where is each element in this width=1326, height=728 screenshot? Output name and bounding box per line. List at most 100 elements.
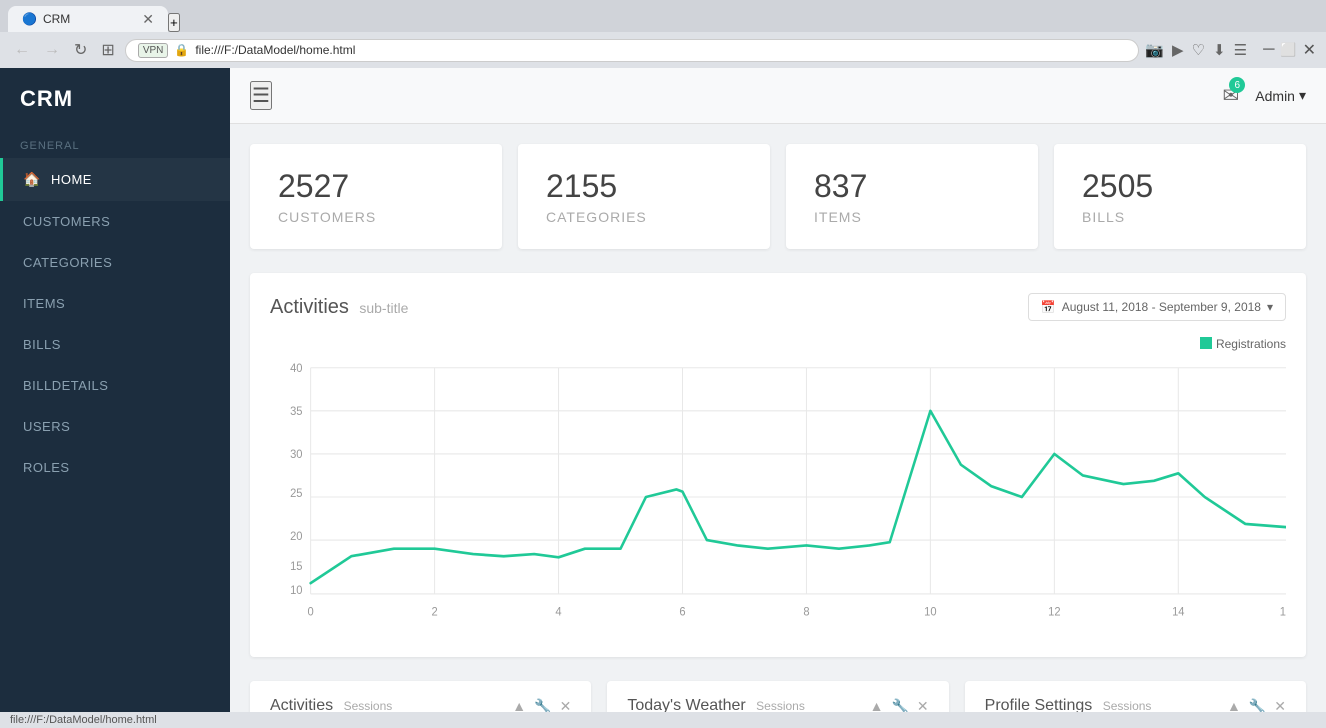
- svg-text:8: 8: [803, 606, 809, 618]
- activities-card-subtitle: Sessions: [344, 699, 393, 713]
- stats-row: 2527 CUSTOMERS 2155 CATEGORIES 837 ITEMS…: [250, 144, 1306, 249]
- items-number: 837: [814, 168, 1010, 205]
- sidebar-item-home[interactable]: 🏠 Home: [0, 158, 230, 201]
- sidebar-label-roles: ROLES: [23, 460, 70, 475]
- svg-text:2: 2: [431, 606, 437, 618]
- legend-color-box: [1200, 337, 1212, 349]
- tab-favicon: 🔵: [22, 12, 37, 26]
- hamburger-menu[interactable]: ☰: [250, 81, 272, 110]
- sidebar-item-customers[interactable]: CUSTOMERS: [0, 201, 230, 242]
- address-text: file:///F:/DataModel/home.html: [195, 43, 355, 57]
- home-icon: 🏠: [23, 171, 41, 188]
- apps-button[interactable]: ⊞: [97, 38, 118, 62]
- forward-button[interactable]: →: [40, 39, 64, 61]
- categories-number: 2155: [546, 168, 742, 205]
- sidebar-label-home: Home: [51, 172, 92, 187]
- legend-label: Registrations: [1216, 337, 1286, 351]
- chart-header: Activities sub-title 📅 August 11, 2018 -…: [270, 293, 1286, 321]
- window-close-button[interactable]: ✕: [1303, 40, 1316, 60]
- sidebar-label-customers: CUSTOMERS: [23, 214, 110, 229]
- categories-label: CATEGORIES: [546, 209, 742, 225]
- chevron-down-icon: ▾: [1299, 87, 1306, 104]
- tab-close-button[interactable]: ✕: [142, 11, 154, 28]
- sidebar-label-categories: CATEGORIES: [23, 255, 112, 270]
- app-wrapper: CRM GENERAL 🏠 Home CUSTOMERS CATEGORIES …: [0, 68, 1326, 728]
- svg-text:35: 35: [290, 406, 302, 418]
- chart-legend: Registrations: [270, 337, 1286, 351]
- sidebar-item-billdetails[interactable]: BILLDETAILS: [0, 365, 230, 406]
- cast-button[interactable]: ▶: [1172, 41, 1184, 59]
- stat-card-items: 837 ITEMS: [786, 144, 1038, 249]
- topbar: ☰ ✉ 6 Admin ▾: [230, 68, 1326, 124]
- calendar-icon: 📅: [1041, 300, 1056, 314]
- download-button[interactable]: ⬇: [1213, 41, 1226, 59]
- security-icon: 🔒: [174, 43, 189, 57]
- content-area: 2527 CUSTOMERS 2155 CATEGORIES 837 ITEMS…: [230, 124, 1326, 728]
- main-content: ☰ ✉ 6 Admin ▾ 2527 CUSTOMERS: [230, 68, 1326, 728]
- vpn-badge: VPN: [138, 43, 169, 58]
- sidebar-section-general: GENERAL: [0, 130, 230, 158]
- sidebar-label-users: USERS: [23, 419, 70, 434]
- minimize-button[interactable]: ─: [1263, 41, 1274, 59]
- weather-card-subtitle: Sessions: [756, 699, 805, 713]
- svg-text:4: 4: [555, 606, 562, 618]
- chevron-down-icon: ▾: [1267, 300, 1273, 314]
- customers-label: CUSTOMERS: [278, 209, 474, 225]
- sidebar-label-bills: BILLS: [23, 337, 61, 352]
- stat-card-customers: 2527 CUSTOMERS: [250, 144, 502, 249]
- admin-menu-button[interactable]: Admin ▾: [1255, 87, 1306, 104]
- date-range-text: August 11, 2018 - September 9, 2018: [1062, 300, 1261, 314]
- address-bar[interactable]: VPN 🔒 file:///F:/DataModel/home.html: [125, 39, 1140, 62]
- back-button[interactable]: ←: [10, 39, 34, 61]
- tab-title: CRM: [43, 12, 70, 26]
- window-controls: ─ ⬜ ✕: [1263, 40, 1316, 60]
- notification-bell[interactable]: ✉ 6: [1223, 83, 1240, 108]
- activities-chart-card: Activities sub-title 📅 August 11, 2018 -…: [250, 273, 1306, 657]
- status-bar: file:///F:/DataModel/home.html: [230, 712, 1326, 728]
- active-tab[interactable]: 🔵 CRM ✕: [8, 6, 168, 32]
- camera-button[interactable]: 📷: [1145, 41, 1164, 59]
- sidebar-item-roles[interactable]: ROLES: [0, 447, 230, 488]
- svg-text:10: 10: [290, 585, 302, 597]
- tab-bar: 🔵 CRM ✕ +: [0, 0, 1326, 32]
- reload-button[interactable]: ↻: [70, 38, 91, 62]
- chart-subtitle: sub-title: [359, 300, 408, 316]
- sidebar-brand: CRM: [0, 68, 230, 130]
- sidebar: CRM GENERAL 🏠 Home CUSTOMERS CATEGORIES …: [0, 68, 230, 728]
- svg-text:20: 20: [290, 531, 302, 543]
- stat-card-bills: 2505 BILLS: [1054, 144, 1306, 249]
- bills-label: BILLS: [1082, 209, 1278, 225]
- sidebar-item-users[interactable]: USERS: [0, 406, 230, 447]
- chart-container: 40 35 30 25 20 15 10 0 2 4 6 8 10: [270, 357, 1286, 637]
- browser-chrome: 🔵 CRM ✕ + ← → ↻ ⊞ VPN 🔒 file:///F:/DataM…: [0, 0, 1326, 68]
- menu-button[interactable]: ☰: [1234, 41, 1247, 59]
- bills-number: 2505: [1082, 168, 1278, 205]
- admin-label: Admin: [1255, 88, 1295, 104]
- stat-card-categories: 2155 CATEGORIES: [518, 144, 770, 249]
- svg-text:16: 16: [1280, 606, 1286, 618]
- sidebar-item-bills[interactable]: BILLS: [0, 324, 230, 365]
- profile-card-subtitle: Sessions: [1103, 699, 1152, 713]
- date-range-picker[interactable]: 📅 August 11, 2018 - September 9, 2018 ▾: [1028, 293, 1286, 321]
- chart-title: Activities: [270, 296, 349, 318]
- sidebar-item-items[interactable]: ITEMS: [0, 283, 230, 324]
- svg-text:40: 40: [290, 363, 302, 375]
- svg-text:30: 30: [290, 449, 302, 461]
- browser-actions: 📷 ▶ ♡ ⬇ ☰: [1145, 41, 1247, 59]
- activities-svg: 40 35 30 25 20 15 10 0 2 4 6 8 10: [270, 357, 1286, 637]
- svg-text:25: 25: [290, 488, 302, 500]
- topbar-right: ✉ 6 Admin ▾: [1223, 83, 1306, 108]
- bookmark-button[interactable]: ♡: [1192, 41, 1205, 59]
- sidebar-label-items: ITEMS: [23, 296, 65, 311]
- svg-text:14: 14: [1172, 606, 1185, 618]
- items-label: ITEMS: [814, 209, 1010, 225]
- new-tab-button[interactable]: +: [168, 13, 180, 32]
- svg-text:15: 15: [290, 561, 302, 573]
- sidebar-label-billdetails: BILLDETAILS: [23, 378, 108, 393]
- svg-text:6: 6: [679, 606, 685, 618]
- sidebar-item-categories[interactable]: CATEGORIES: [0, 242, 230, 283]
- maximize-button[interactable]: ⬜: [1280, 42, 1296, 58]
- svg-text:10: 10: [924, 606, 936, 618]
- browser-controls: ← → ↻ ⊞ VPN 🔒 file:///F:/DataModel/home.…: [0, 32, 1326, 68]
- chart-title-area: Activities sub-title: [270, 296, 408, 319]
